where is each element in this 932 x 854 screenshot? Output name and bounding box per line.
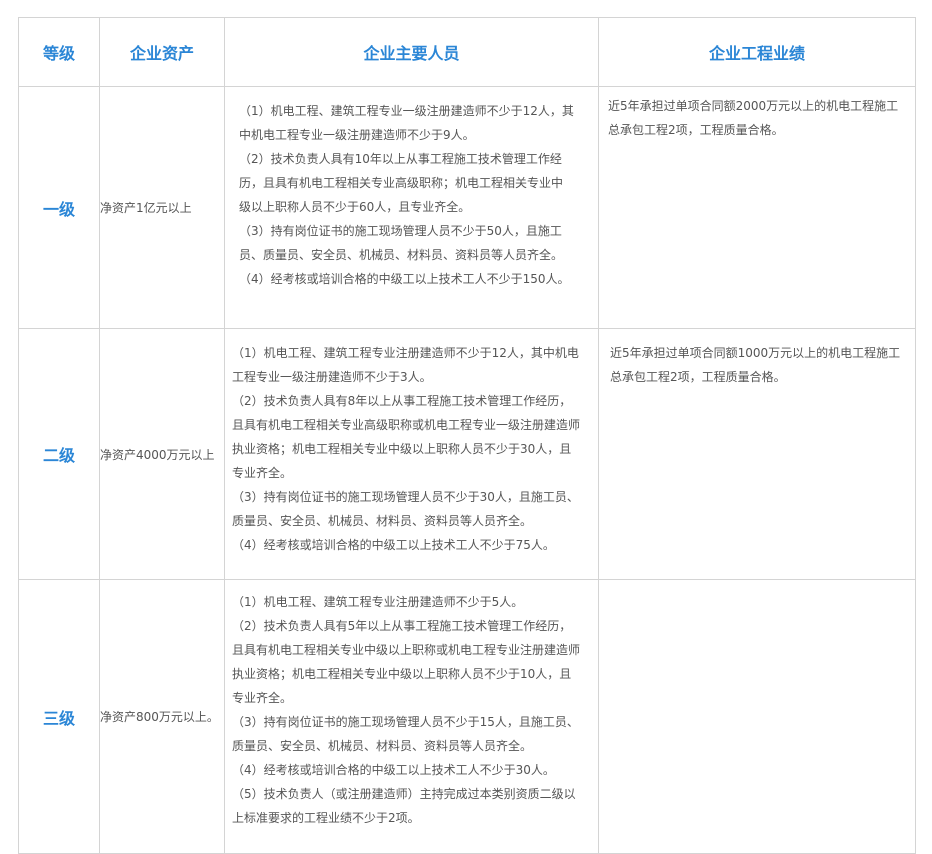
header-performance: 企业工程业绩 [598,17,916,87]
staff-cell: （1）机电工程、建筑工程专业注册建造师不少于12人，其中机电工程专业一级注册建造… [224,328,599,580]
staff-requirement: （2）技术负责人具有5年以上从事工程施工技术管理工作经历，且具有机电工程相关专业… [232,619,581,705]
staff-requirement: （3）持有岗位证书的施工现场管理人员不少于30人，且施工员、质量员、安全员、机械… [232,490,579,528]
asset-cell: 净资产1亿元以上 [99,86,225,329]
level-cell: 一级 [18,86,100,329]
header-key-staff: 企业主要人员 [224,17,599,87]
staff-cell: （1）机电工程、建筑工程专业注册建造师不少于5人。 （2）技术负责人具有5年以上… [224,579,599,854]
asset-cell: 净资产4000万元以上 [99,328,225,580]
staff-requirement: （2）技术负责人具有8年以上从事工程施工技术管理工作经历，且具有机电工程相关专业… [232,394,581,480]
staff-requirement: （4）经考核或培训合格的中级工以上技术工人不少于150人。 [239,272,570,286]
staff-requirement: （1）机电工程、建筑工程专业一级注册建造师不少于12人，其中机电工程专业一级注册… [239,104,574,142]
table-row: 一级 净资产1亿元以上 （1）机电工程、建筑工程专业一级注册建造师不少于12人，… [18,86,916,329]
staff-requirement: （4）经考核或培训合格的中级工以上技术工人不少于75人。 [232,538,555,552]
performance-cell: 近5年承担过单项合同额1000万元以上的机电工程施工总承包工程2项，工程质量合格… [598,328,916,580]
header-level: 等级 [18,17,100,87]
table-row: 二级 净资产4000万元以上 （1）机电工程、建筑工程专业注册建造师不少于12人… [18,328,916,580]
performance-cell: 近5年承担过单项合同额2000万元以上的机电工程施工总承包工程2项，工程质量合格… [598,86,916,329]
staff-requirement: （2）技术负责人具有10年以上从事工程施工技术管理工作经历，且具有机电工程相关专… [239,152,564,214]
staff-requirement: （4）经考核或培训合格的中级工以上技术工人不少于30人。 [232,763,555,777]
staff-requirement: （1）机电工程、建筑工程专业注册建造师不少于12人，其中机电工程专业一级注册建造… [232,346,579,384]
staff-requirement: （5）技术负责人（或注册建造师）主持完成过本类别资质二级以上标准要求的工程业绩不… [232,787,576,825]
table-row: 三级 净资产800万元以上。 （1）机电工程、建筑工程专业注册建造师不少于5人。… [18,579,916,854]
staff-requirement: （3）持有岗位证书的施工现场管理人员不少于15人，且施工员、质量员、安全员、机械… [232,715,579,753]
level-cell: 三级 [18,579,100,854]
level-cell: 二级 [18,328,100,580]
table-header-row: 等级 企业资产 企业主要人员 企业工程业绩 [18,17,916,87]
qualification-table: 等级 企业资产 企业主要人员 企业工程业绩 一级 净资产1亿元以上 （1）机电工… [18,17,916,854]
header-assets: 企业资产 [99,17,225,87]
staff-requirement: （3）持有岗位证书的施工现场管理人员不少于50人，且施工员、质量员、安全员、机械… [239,224,564,262]
asset-cell: 净资产800万元以上。 [99,579,225,854]
staff-requirement: （1）机电工程、建筑工程专业注册建造师不少于5人。 [232,595,524,609]
staff-cell: （1）机电工程、建筑工程专业一级注册建造师不少于12人，其中机电工程专业一级注册… [224,86,599,329]
performance-cell [598,579,916,854]
